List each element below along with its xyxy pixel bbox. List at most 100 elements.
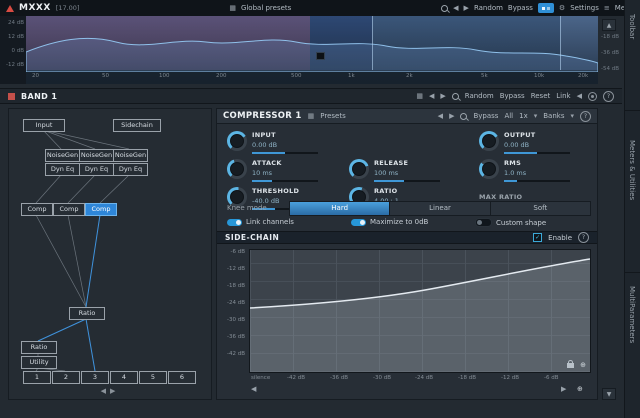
lock-icon[interactable] <box>567 360 574 368</box>
record-icon[interactable] <box>588 91 597 101</box>
output-value[interactable]: 0.00 dB <box>504 141 570 149</box>
node-utility[interactable]: Utility <box>21 356 57 369</box>
spectrum-plot[interactable] <box>26 16 598 84</box>
next-preset-icon[interactable]: ▶ <box>464 4 469 12</box>
oversampling-button[interactable]: 1x <box>519 112 528 120</box>
chevron-down-icon[interactable]: ▾ <box>570 112 574 120</box>
random-button[interactable]: Random <box>474 4 503 12</box>
graph-pan-left-icon[interactable]: ◀ <box>251 386 256 393</box>
ab-compare-button[interactable] <box>537 3 554 13</box>
search-icon[interactable] <box>460 112 468 120</box>
output-slot[interactable]: 3 <box>81 371 109 384</box>
knee-linear-button[interactable]: Linear <box>390 202 491 215</box>
node-comp-selected[interactable]: Comp <box>85 203 117 216</box>
graph-scroll-right-icon[interactable]: ▶ <box>110 387 119 395</box>
next-icon[interactable]: ▶ <box>449 112 454 120</box>
node-noisegen[interactable]: NoiseGen <box>113 149 148 162</box>
output-slot[interactable]: 1 <box>23 371 51 384</box>
multiband-spectrum-display[interactable]: 24 dB 12 dB 0 dB -12 dB 20 50 100 200 50… <box>0 16 598 84</box>
knee-hard-button[interactable]: Hard <box>290 202 391 215</box>
input-knob[interactable] <box>227 131 247 151</box>
band-title[interactable]: BAND 1 <box>21 92 57 101</box>
rms-knob[interactable] <box>479 159 499 179</box>
scroll-down-button[interactable]: ▼ <box>602 388 616 400</box>
scroll-up-button[interactable]: ▲ <box>602 19 616 31</box>
tab-toolbar[interactable]: Toolbar <box>628 14 636 39</box>
module-bypass-button[interactable]: Bypass <box>473 112 498 120</box>
crossover-handle[interactable] <box>316 52 325 60</box>
attack-knob[interactable] <box>227 159 247 179</box>
node-dyn-eq[interactable]: Dyn Eq <box>113 163 148 176</box>
node-comp[interactable]: Comp <box>53 203 85 216</box>
input-value[interactable]: 0.00 dB <box>252 141 318 149</box>
next-band-icon[interactable]: ▶ <box>440 92 445 100</box>
node-sidechain[interactable]: Sidechain <box>113 119 161 132</box>
attack-value-bar[interactable] <box>252 180 318 182</box>
zoom-icon[interactable]: ⊕ <box>577 386 583 393</box>
node-comp[interactable]: Comp <box>21 203 53 216</box>
node-ratio[interactable]: Ratio <box>21 341 57 354</box>
prev-preset-icon[interactable]: ◀ <box>453 4 458 12</box>
search-icon[interactable] <box>441 4 449 12</box>
attack-value[interactable]: 10 ms <box>252 169 318 177</box>
output-slot[interactable]: 2 <box>52 371 80 384</box>
banks-button[interactable]: Banks <box>543 112 564 120</box>
sidechain-enable-checkbox[interactable]: ✓ <box>533 233 543 242</box>
crossover-divider[interactable] <box>372 16 373 70</box>
node-noisegen[interactable]: NoiseGen <box>79 149 114 162</box>
node-noisegen[interactable]: NoiseGen <box>45 149 80 162</box>
maximize-toggle[interactable] <box>351 218 366 226</box>
input-value-bar[interactable] <box>252 152 318 154</box>
output-slot[interactable]: 6 <box>168 371 196 384</box>
graph-scroll-left-icon[interactable]: ◀ <box>101 387 110 395</box>
output-slot[interactable]: 5 <box>139 371 167 384</box>
band-bypass-button[interactable]: Bypass <box>500 92 525 100</box>
release-value[interactable]: 100 ms <box>374 169 440 177</box>
tab-meters-utilities[interactable]: Meters & Utilities <box>628 140 636 200</box>
prev-icon[interactable]: ◀ <box>438 112 443 120</box>
channel-mode-button[interactable]: All <box>504 112 513 120</box>
rms-value-bar[interactable] <box>504 180 570 182</box>
output-knob[interactable] <box>479 131 499 151</box>
transfer-curve-graph[interactable]: ⊕ <box>249 249 591 373</box>
settings-button[interactable]: Settings <box>570 4 599 12</box>
link-channels-label[interactable]: Link channels <box>246 218 294 226</box>
band-link-button[interactable]: Link <box>556 92 570 100</box>
zoom-icon[interactable]: ⊕ <box>580 362 586 369</box>
presets-button[interactable]: Presets <box>320 112 345 120</box>
node-ratio[interactable]: Ratio <box>69 307 105 320</box>
node-dyn-eq[interactable]: Dyn Eq <box>79 163 114 176</box>
output-slot[interactable]: 4 <box>110 371 138 384</box>
bypass-button[interactable]: Bypass <box>508 4 533 12</box>
graph-pan-right-icon[interactable]: ▶ <box>561 386 566 393</box>
rms-value[interactable]: 1.0 ms <box>504 169 570 177</box>
maximize-label[interactable]: Maximize to 0dB <box>370 218 428 226</box>
release-value-bar[interactable] <box>374 180 440 182</box>
release-knob[interactable] <box>349 159 369 179</box>
help-icon[interactable]: ? <box>580 110 591 122</box>
crossover-divider[interactable] <box>560 16 561 70</box>
prev-band-icon[interactable]: ◀ <box>429 92 434 100</box>
help-icon[interactable]: ? <box>603 90 614 102</box>
search-icon[interactable] <box>451 92 459 100</box>
custom-shape-toggle[interactable] <box>475 218 492 227</box>
app-version: [17.00] <box>55 4 80 12</box>
help-icon[interactable]: ? <box>578 232 589 243</box>
sidechain-enable-label[interactable]: Enable <box>548 234 572 242</box>
custom-shape-label[interactable]: Custom shape <box>496 219 546 227</box>
grid-icon[interactable]: ▦ <box>416 92 423 100</box>
collapse-icon[interactable]: ◀ <box>577 92 582 100</box>
routing-graph-panel[interactable]: Input Sidechain NoiseGen NoiseGen NoiseG… <box>8 108 212 400</box>
global-presets-button[interactable]: Global presets <box>241 4 291 12</box>
tab-multiparameters[interactable]: MultiParameters <box>628 286 636 343</box>
db-scale-label: -36 dB <box>601 50 619 56</box>
band-random-button[interactable]: Random <box>465 92 494 100</box>
chevron-down-icon[interactable]: ▾ <box>534 112 538 120</box>
band-reset-button[interactable]: Reset <box>531 92 551 100</box>
node-input[interactable]: Input <box>23 119 65 132</box>
link-channels-toggle[interactable] <box>227 218 242 226</box>
knee-soft-button[interactable]: Soft <box>490 202 590 215</box>
band-color-swatch[interactable] <box>8 92 15 100</box>
output-value-bar[interactable] <box>504 152 570 154</box>
node-dyn-eq[interactable]: Dyn Eq <box>45 163 80 176</box>
